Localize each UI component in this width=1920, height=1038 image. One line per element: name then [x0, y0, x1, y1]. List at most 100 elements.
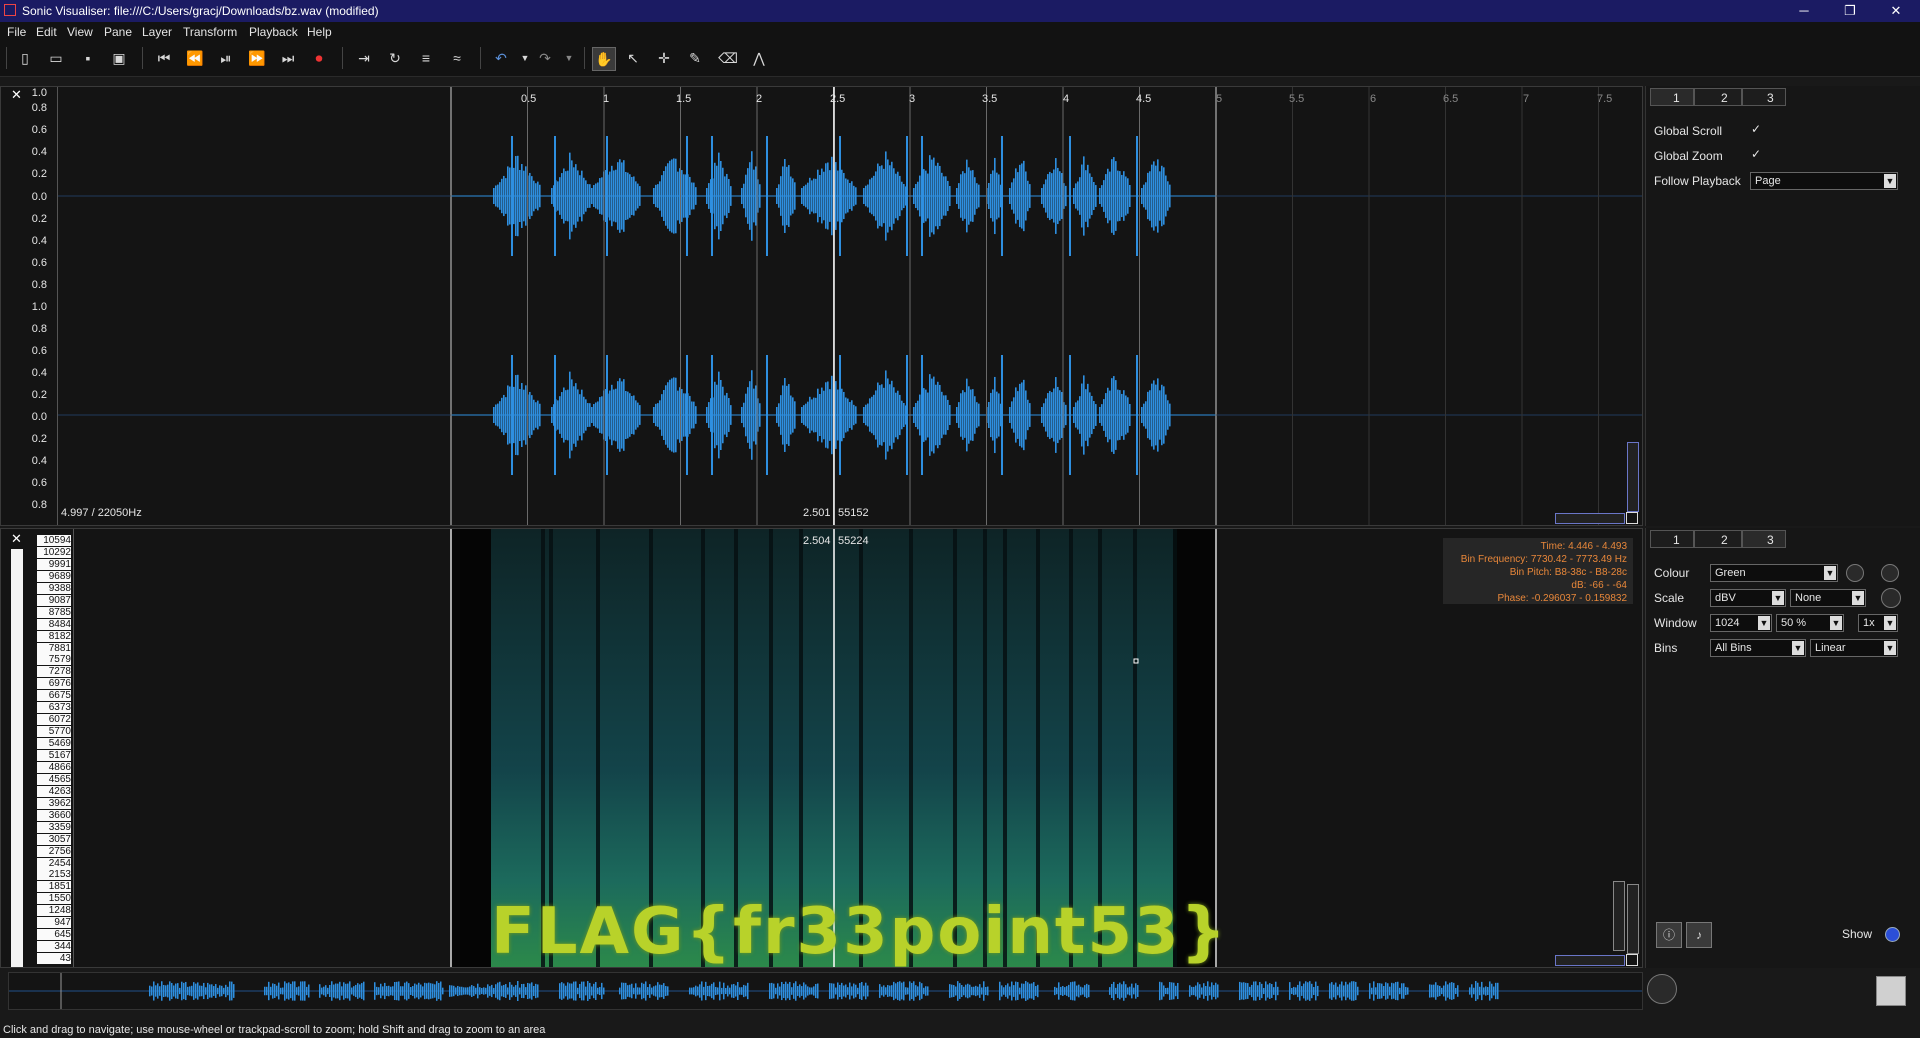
tab-1[interactable]: 1	[1650, 88, 1694, 106]
follow-playback-select[interactable]: Page ▼	[1750, 172, 1898, 190]
save-icon[interactable]: ▪	[77, 47, 99, 69]
playhead-time-label: 2.504	[803, 535, 831, 547]
solo-icon[interactable]: ≡	[415, 47, 437, 69]
tab-2[interactable]: 2	[1694, 88, 1742, 106]
maximize-button[interactable]: ❐	[1830, 2, 1870, 20]
normalization-select[interactable]: None ▼	[1790, 589, 1866, 607]
ruler-label: 2.5	[830, 93, 846, 105]
overview-pane[interactable]	[8, 972, 1643, 1010]
waveform-pane[interactable]: ✕ 1.0 0.8 0.6 0.4 0.2 0.0 0.2 0.4 0.6 0.…	[0, 86, 1643, 526]
draw-icon[interactable]: ✎	[684, 47, 706, 69]
measure-icon[interactable]: ⋀	[748, 47, 770, 69]
playhead-time-label: 2.501	[803, 507, 831, 519]
loop-icon[interactable]: ↻	[384, 47, 406, 69]
scale-select[interactable]: dBV ▼	[1710, 589, 1786, 607]
zoom-reset-button[interactable]	[1626, 954, 1638, 966]
info-db: dB: -66 - -64	[1571, 580, 1627, 591]
menu-edit[interactable]: Edit	[36, 25, 57, 39]
global-zoom-checkbox[interactable]: ✓	[1751, 148, 1763, 160]
ruler-label: 5	[1216, 93, 1223, 105]
level-meter-button[interactable]	[1876, 976, 1906, 1006]
vertical-gain-slider[interactable]	[1627, 884, 1639, 954]
menu-help[interactable]: Help	[307, 25, 332, 39]
properties-panel-global: 1 2 3 Global Scroll ✓ Global Zoom ✓ Foll…	[1645, 86, 1920, 526]
tab-3[interactable]: 3	[1742, 530, 1786, 548]
save-as-icon[interactable]: ▣	[108, 47, 130, 69]
tab-2[interactable]: 2	[1694, 530, 1742, 548]
redo-icon[interactable]: ↷	[534, 47, 556, 69]
threshold-knob[interactable]	[1881, 564, 1899, 582]
new-icon[interactable]: ▯	[14, 47, 36, 69]
layer-play-icon[interactable]: ♪	[1686, 922, 1712, 948]
bins-select[interactable]: All Bins ▼	[1710, 639, 1806, 657]
info-phase: Phase: -0.296037 - 0.159832	[1497, 593, 1627, 604]
minimize-button[interactable]: ─	[1784, 2, 1824, 20]
chevron-down-icon: ▼	[1772, 591, 1784, 605]
vertical-zoom-slider[interactable]	[1627, 442, 1639, 512]
chevron-down-icon: ▼	[1884, 641, 1896, 655]
edit-icon[interactable]: ✛	[653, 47, 675, 69]
rewind-start-icon[interactable]: ⏮	[153, 47, 175, 69]
menu-layer[interactable]: Layer	[142, 25, 172, 39]
close-window-button[interactable]: ✕	[1876, 2, 1916, 20]
undo-icon[interactable]: ↶	[490, 47, 512, 69]
horizontal-zoom-slider[interactable]	[1555, 513, 1625, 524]
tab-3[interactable]: 3	[1742, 88, 1786, 106]
colour-label: Colour	[1654, 566, 1690, 580]
ruler-label: 7	[1523, 93, 1530, 105]
chevron-down-icon: ▼	[1792, 641, 1804, 655]
toolbar: ▯ ▭ ▪ ▣ ⏮ ⏪ ⏯ ⏩ ⏭ ⏺ ⇥ ↻ ≡ ≈ ↶ ▼ ↷ ▼ ✋ ↖ …	[0, 42, 1920, 77]
play-pause-icon[interactable]: ⏯	[215, 47, 237, 69]
menu-view[interactable]: View	[67, 25, 93, 39]
open-icon[interactable]: ▭	[45, 47, 67, 69]
forward-end-icon[interactable]: ⏭	[277, 47, 299, 69]
menu-playback[interactable]: Playback	[249, 25, 298, 39]
global-scroll-checkbox[interactable]: ✓	[1751, 123, 1763, 135]
menu-pane[interactable]: Pane	[104, 25, 132, 39]
global-zoom-label: Global Zoom	[1654, 149, 1723, 163]
window-size-select[interactable]: 1024 ▼	[1710, 614, 1772, 632]
info-bin-pitch: Bin Pitch: B8-38c - B8-28c	[1509, 567, 1627, 578]
ruler-label: 1.5	[676, 93, 692, 105]
window-overlap-select[interactable]: 50 % ▼	[1776, 614, 1844, 632]
horizontal-zoom-slider[interactable]	[1555, 955, 1625, 966]
spectrogram-pane[interactable]: ✕ 10594 10292 9991 9689 9388 9087 8785 8484 8182…	[0, 528, 1643, 968]
colour-rotation-knob[interactable]	[1846, 564, 1864, 582]
colour-select[interactable]: Green ▼	[1710, 564, 1838, 582]
chevron-down-icon: ▼	[1884, 174, 1896, 188]
oversampling-select[interactable]: 1x ▼	[1858, 614, 1898, 632]
bin-scale-select[interactable]: Linear ▼	[1810, 639, 1898, 657]
playback-speed-dial[interactable]	[1647, 974, 1677, 1004]
layer-info-icon[interactable]: ⓘ	[1656, 922, 1682, 948]
fast-forward-icon[interactable]: ⏩	[246, 47, 268, 69]
chevron-down-icon: ▼	[1884, 616, 1896, 630]
vertical-zoom-slider[interactable]	[1613, 881, 1625, 951]
chevron-down-icon: ▼	[1852, 591, 1864, 605]
show-toggle[interactable]	[1885, 927, 1900, 942]
window-label: Window	[1654, 616, 1697, 630]
undo-dropdown-icon[interactable]: ▼	[514, 47, 536, 69]
tab-1[interactable]: 1	[1650, 530, 1694, 548]
speed-icon[interactable]: ≈	[446, 47, 468, 69]
gain-knob[interactable]	[1881, 588, 1901, 608]
info-time: Time: 4.446 - 4.493	[1540, 541, 1627, 552]
redo-dropdown-icon[interactable]: ▼	[558, 47, 580, 69]
properties-panel-layer: 1 2 3 Colour Green ▼ Scale dBV ▼ None ▼ Win…	[1645, 528, 1920, 968]
select-icon[interactable]: ↖	[622, 47, 644, 69]
play-selection-icon[interactable]: ⇥	[353, 47, 375, 69]
record-icon[interactable]: ⏺	[308, 47, 330, 69]
waveform-display[interactable]	[1, 87, 1643, 526]
window-title: Sonic Visualiser: file:///C:/Users/gracj…	[22, 4, 379, 18]
navigate-icon[interactable]: ✋	[592, 47, 616, 71]
playhead-frame-label: 55224	[838, 535, 869, 547]
rewind-icon[interactable]: ⏪	[184, 47, 206, 69]
ruler-label: 0.5	[521, 93, 537, 105]
zoom-reset-button[interactable]	[1626, 512, 1638, 524]
ruler-label: 4.5	[1136, 93, 1152, 105]
chevron-down-icon: ▼	[1824, 566, 1836, 580]
app-icon	[4, 4, 16, 16]
menu-file[interactable]: File	[7, 25, 26, 39]
erase-icon[interactable]: ⌫	[717, 47, 739, 69]
menu-transform[interactable]: Transform	[183, 25, 237, 39]
info-bin-frequency: Bin Frequency: 7730.42 - 7773.49 Hz	[1460, 554, 1627, 565]
